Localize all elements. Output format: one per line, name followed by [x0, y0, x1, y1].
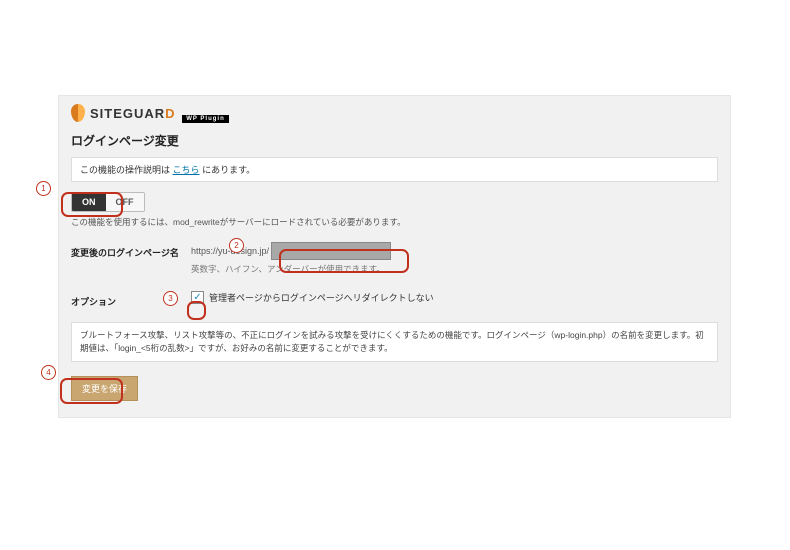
- option-label: オプション: [71, 291, 191, 308]
- feature-description: ブルートフォース攻撃、リスト攻撃等の、不正にログインを試みる攻撃を受けにくくする…: [71, 322, 718, 362]
- login-page-input[interactable]: [271, 242, 391, 260]
- feature-toggle: ON OFF: [71, 192, 145, 212]
- logo-subtitle: WP Plugin: [182, 115, 229, 123]
- settings-panel: SITEGUARD WP Plugin ログインページ変更 この機能の操作説明は…: [58, 95, 731, 418]
- notice-prefix: この機能の操作説明は: [80, 165, 170, 175]
- toggle-off-button[interactable]: OFF: [106, 193, 144, 211]
- logo-text: SITEGUARD WP Plugin: [90, 106, 229, 121]
- page-title: ログインページ変更: [71, 132, 718, 149]
- shield-icon: [71, 104, 85, 122]
- url-prefix: https://yu-design.jp/: [191, 246, 269, 256]
- save-button[interactable]: 変更を保存: [71, 376, 138, 401]
- help-link[interactable]: こちら: [173, 165, 200, 175]
- checkbox-label: 管理者ページからログインページへリダイレクトしない: [209, 291, 434, 304]
- annotation-number-1: 1: [36, 181, 51, 196]
- annotation-number-4: 4: [41, 365, 56, 380]
- login-page-hint: 英数字、ハイフン、アンダーバーが使用できます。: [191, 263, 718, 275]
- help-notice: この機能の操作説明は こちら にあります。: [71, 157, 718, 182]
- logo-main: SITEGUAR: [90, 106, 165, 121]
- option-row: オプション ✓ 管理者ページからログインページへリダイレクトしない: [71, 291, 718, 308]
- toggle-on-button[interactable]: ON: [72, 193, 106, 211]
- plugin-logo: SITEGUARD WP Plugin: [71, 104, 718, 122]
- mod-rewrite-note: この機能を使用するには、mod_rewriteがサーバーにロードされている必要が…: [71, 216, 718, 228]
- login-page-label: 変更後のログインページ名: [71, 242, 191, 289]
- logo-accent: D: [165, 106, 175, 121]
- notice-suffix: にあります。: [202, 165, 255, 175]
- redirect-checkbox[interactable]: ✓: [191, 291, 204, 304]
- login-page-row: 変更後のログインページ名 https://yu-design.jp/ 英数字、ハ…: [71, 242, 718, 289]
